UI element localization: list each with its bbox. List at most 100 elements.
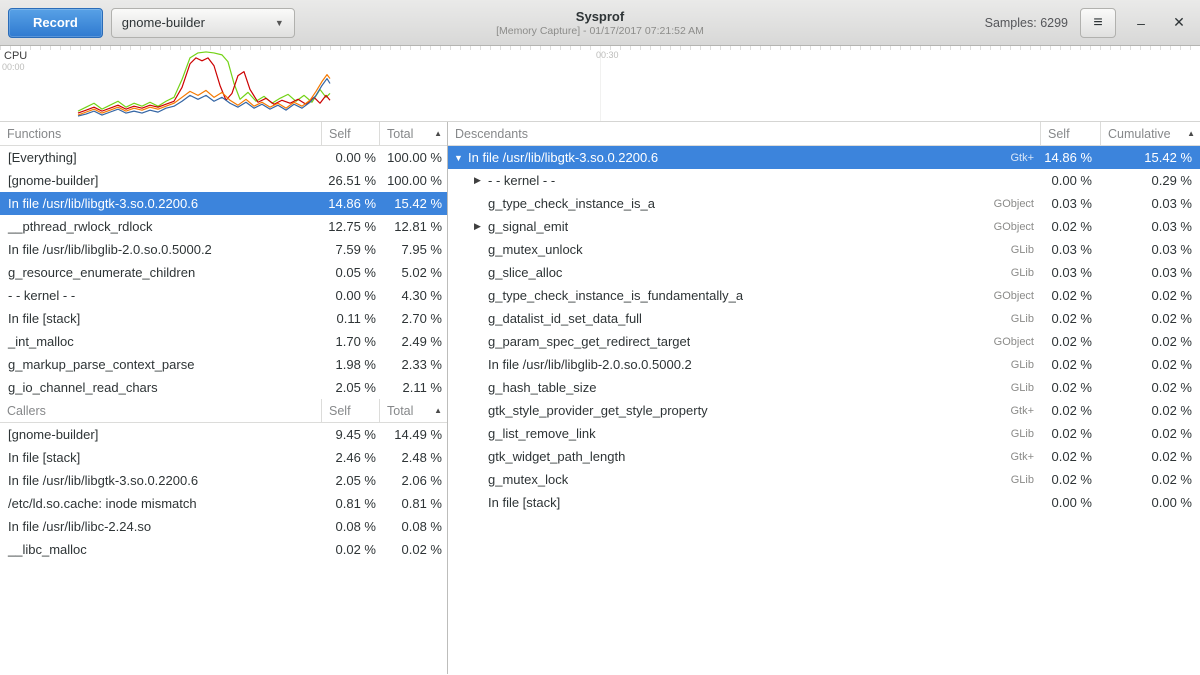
table-row[interactable]: ▶g_signal_emitGObject0.02 %0.03 % <box>448 215 1200 238</box>
self-percent: 0.02 % <box>1040 334 1100 349</box>
table-row[interactable]: g_param_spec_get_redirect_targetGObject0… <box>448 330 1200 353</box>
cpu-graph-label: CPU <box>4 50 27 62</box>
table-row[interactable]: In file /usr/lib/libgtk-3.so.0.2200.614.… <box>0 192 447 215</box>
callers-self-column-header[interactable]: Self <box>321 399 379 422</box>
function-name: In file [stack] <box>0 450 321 465</box>
table-row[interactable]: In file [stack]0.11 %2.70 % <box>0 307 447 330</box>
self-percent: 0.81 % <box>321 496 379 511</box>
cumulative-percent: 0.02 % <box>1100 403 1200 418</box>
function-name: g_signal_emit <box>488 219 568 234</box>
self-percent: 0.02 % <box>1040 219 1100 234</box>
process-selector-dropdown[interactable]: gnome-builder ▼ <box>111 8 295 38</box>
function-name: - - kernel - - <box>488 173 555 188</box>
record-button[interactable]: Record <box>8 8 103 38</box>
table-row[interactable]: __pthread_rwlock_rdlock12.75 %12.81 % <box>0 215 447 238</box>
table-row[interactable]: __libc_malloc0.02 %0.02 % <box>0 538 447 561</box>
self-percent: 0.00 % <box>1040 495 1100 510</box>
table-row[interactable]: /etc/ld.so.cache: inode mismatch0.81 %0.… <box>0 492 447 515</box>
function-name: g_mutex_unlock <box>488 242 583 257</box>
function-name: g_markup_parse_context_parse <box>0 357 321 372</box>
total-percent: 4.30 % <box>379 288 447 303</box>
self-percent: 1.70 % <box>321 334 379 349</box>
hamburger-icon: ≡ <box>1093 14 1102 32</box>
callers-total-column-header[interactable]: Total ▲ <box>379 399 447 422</box>
expander-expanded-icon[interactable]: ▼ <box>454 153 468 163</box>
cpu-graph-area[interactable]: CPU 00:00 00:30 <box>0 46 1200 122</box>
function-name: g_mutex_lock <box>488 472 568 487</box>
sort-indicator-icon: ▲ <box>434 129 442 138</box>
table-row[interactable]: ▼In file /usr/lib/libgtk-3.so.0.2200.6Gt… <box>448 146 1200 169</box>
self-percent: 0.02 % <box>1040 426 1100 441</box>
functions-total-column-header[interactable]: Total ▲ <box>379 122 447 145</box>
function-name: In file /usr/lib/libc-2.24.so <box>0 519 321 534</box>
table-row[interactable]: g_list_remove_linkGLib0.02 %0.02 % <box>448 422 1200 445</box>
table-row[interactable]: g_markup_parse_context_parse1.98 %2.33 % <box>0 353 447 376</box>
table-row[interactable]: [gnome-builder]9.45 %14.49 % <box>0 423 447 446</box>
table-row[interactable]: [Everything]0.00 %100.00 % <box>0 146 447 169</box>
cumulative-percent: 0.02 % <box>1100 449 1200 464</box>
table-row[interactable]: In file /usr/lib/libc-2.24.so0.08 %0.08 … <box>0 515 447 538</box>
table-row[interactable]: In file /usr/lib/libglib-2.0.so.0.5000.2… <box>0 238 447 261</box>
table-row[interactable]: g_type_check_instance_is_fundamentally_a… <box>448 284 1200 307</box>
table-row[interactable]: g_type_check_instance_is_aGObject0.03 %0… <box>448 192 1200 215</box>
table-row[interactable]: g_mutex_lockGLib0.02 %0.02 % <box>448 468 1200 491</box>
table-row[interactable]: In file /usr/lib/libglib-2.0.so.0.5000.2… <box>448 353 1200 376</box>
function-name: In file /usr/lib/libglib-2.0.so.0.5000.2 <box>488 357 692 372</box>
table-row[interactable]: _int_malloc1.70 %2.49 % <box>0 330 447 353</box>
chevron-down-icon: ▼ <box>275 18 284 28</box>
functions-self-column-header[interactable]: Self <box>321 122 379 145</box>
close-button[interactable]: ✕ <box>1166 10 1192 36</box>
self-percent: 0.03 % <box>1040 242 1100 257</box>
headerbar: Record gnome-builder ▼ Sysprof [Memory C… <box>0 0 1200 46</box>
table-row[interactable]: In file [stack]2.46 %2.48 % <box>0 446 447 469</box>
callers-table: [gnome-builder]9.45 %14.49 %In file [sta… <box>0 423 447 561</box>
samples-count: Samples: 6299 <box>985 16 1068 30</box>
table-row[interactable]: ▶- - kernel - -0.00 %0.29 % <box>448 169 1200 192</box>
table-row[interactable]: g_slice_allocGLib0.03 %0.03 % <box>448 261 1200 284</box>
table-row[interactable]: In file [stack]0.00 %0.00 % <box>448 491 1200 514</box>
function-name: g_hash_table_size <box>488 380 596 395</box>
functions-table: [Everything]0.00 %100.00 %[gnome-builder… <box>0 146 447 399</box>
right-pane: Descendants Self Cumulative ▲ ▼In file /… <box>448 122 1200 674</box>
descendants-cumulative-column-header[interactable]: Cumulative ▲ <box>1100 122 1200 145</box>
total-percent: 2.48 % <box>379 450 447 465</box>
table-row[interactable]: gtk_style_provider_get_style_propertyGtk… <box>448 399 1200 422</box>
table-row[interactable]: In file /usr/lib/libgtk-3.so.0.2200.62.0… <box>0 469 447 492</box>
self-percent: 26.51 % <box>321 173 379 188</box>
cumulative-percent: 0.02 % <box>1100 311 1200 326</box>
menu-button[interactable]: ≡ <box>1080 8 1116 38</box>
table-row[interactable]: g_mutex_unlockGLib0.03 %0.03 % <box>448 238 1200 261</box>
total-percent: 0.02 % <box>379 542 447 557</box>
descendants-column-header[interactable]: Descendants <box>448 122 1040 145</box>
function-name: g_list_remove_link <box>488 426 596 441</box>
main-content: Functions Self Total ▲ [Everything]0.00 … <box>0 122 1200 674</box>
function-name: g_datalist_id_set_data_full <box>488 311 642 326</box>
function-name: In file [stack] <box>0 311 321 326</box>
cumulative-percent: 0.02 % <box>1100 380 1200 395</box>
table-row[interactable]: g_resource_enumerate_children0.05 %5.02 … <box>0 261 447 284</box>
self-percent: 2.46 % <box>321 450 379 465</box>
table-row[interactable]: [gnome-builder]26.51 %100.00 % <box>0 169 447 192</box>
cumulative-percent: 0.00 % <box>1100 495 1200 510</box>
functions-table-header: Functions Self Total ▲ <box>0 122 447 146</box>
time-label-mid: 00:30 <box>596 50 619 60</box>
total-percent: 5.02 % <box>379 265 447 280</box>
expander-collapsed-icon[interactable]: ▶ <box>474 221 488 232</box>
cumulative-percent: 15.42 % <box>1100 150 1200 165</box>
self-percent: 0.05 % <box>321 265 379 280</box>
table-row[interactable]: g_hash_table_sizeGLib0.02 %0.02 % <box>448 376 1200 399</box>
self-percent: 1.98 % <box>321 357 379 372</box>
self-percent: 0.02 % <box>1040 472 1100 487</box>
total-percent: 2.06 % <box>379 473 447 488</box>
table-row[interactable]: - - kernel - -0.00 %4.30 % <box>0 284 447 307</box>
descendants-self-column-header[interactable]: Self <box>1040 122 1100 145</box>
callers-column-header[interactable]: Callers <box>0 399 321 422</box>
expander-collapsed-icon[interactable]: ▶ <box>474 175 488 186</box>
table-row[interactable]: g_io_channel_read_chars2.05 %2.11 % <box>0 376 447 399</box>
self-percent: 9.45 % <box>321 427 379 442</box>
functions-column-header[interactable]: Functions <box>0 122 321 145</box>
table-row[interactable]: gtk_widget_path_lengthGtk+0.02 %0.02 % <box>448 445 1200 468</box>
minimize-button[interactable]: – <box>1128 10 1154 36</box>
callers-total-column-label: Total <box>387 404 413 418</box>
table-row[interactable]: g_datalist_id_set_data_fullGLib0.02 %0.0… <box>448 307 1200 330</box>
